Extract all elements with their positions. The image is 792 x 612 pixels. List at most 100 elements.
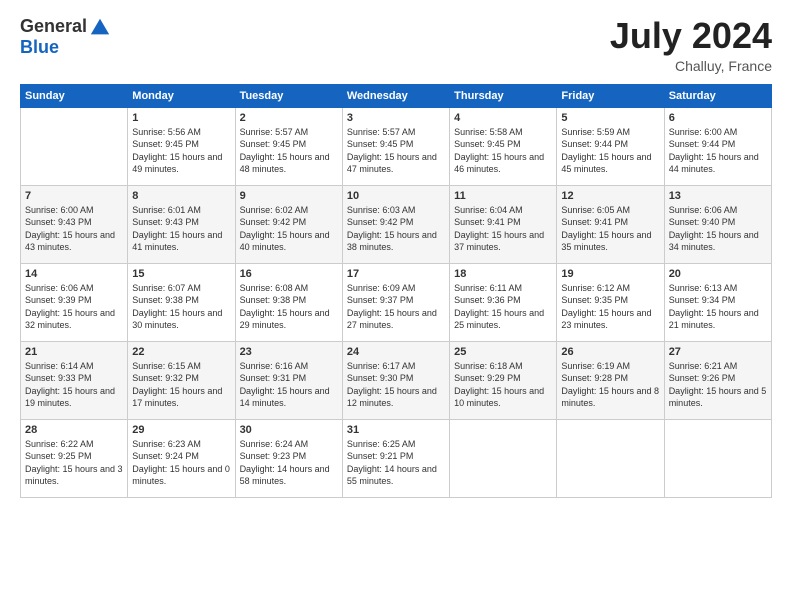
calendar-table: SundayMondayTuesdayWednesdayThursdayFrid…	[20, 84, 772, 498]
calendar-cell: 21Sunrise: 6:14 AMSunset: 9:33 PMDayligh…	[21, 341, 128, 419]
calendar-cell: 26 Sunrise: 6:19 AMSunset: 9:28 PMDayligh…	[557, 341, 664, 419]
cell-content: Sunrise: 6:24 AMSunset: 9:23 PMDaylight:…	[240, 438, 338, 488]
day-number: 9	[240, 190, 338, 202]
day-number: 21	[25, 346, 123, 358]
col-header-tuesday: Tuesday	[235, 84, 342, 107]
day-number: 27	[669, 346, 767, 358]
cell-content: Sunrise: 6:05 AMSunset: 9:41 PMDaylight:…	[561, 204, 659, 254]
calendar-cell: 27 Sunrise: 6:21 AMSunset: 9:26 PMDayligh…	[664, 341, 771, 419]
day-number: 7	[25, 190, 123, 202]
header: General Blue July 2024 Challuy, France	[20, 16, 772, 74]
day-number: 23	[240, 346, 338, 358]
cell-content: Sunrise: 6:13 AMSunset: 9:34 PMDaylight:…	[669, 282, 767, 332]
col-header-monday: Monday	[128, 84, 235, 107]
cell-content: Sunrise: 6:06 AMSunset: 9:39 PMDaylight:…	[25, 282, 123, 332]
day-number: 16	[240, 268, 338, 280]
calendar-cell: 31 Sunrise: 6:25 AMSunset: 9:21 PMDayligh…	[342, 419, 449, 497]
cell-content: Sunrise: 6:12 AMSunset: 9:35 PMDaylight:…	[561, 282, 659, 332]
day-number: 25	[454, 346, 552, 358]
day-number: 28	[25, 424, 123, 436]
calendar-cell: 3Sunrise: 5:57 AMSunset: 9:45 PMDaylight…	[342, 107, 449, 185]
calendar-cell	[450, 419, 557, 497]
day-number: 19	[561, 268, 659, 280]
calendar-cell: 7 Sunrise: 6:00 AMSunset: 9:43 PMDaylight…	[21, 185, 128, 263]
calendar-cell: 5 Sunrise: 5:59 AMSunset: 9:44 PMDaylight…	[557, 107, 664, 185]
week-row-5: 28 Sunrise: 6:22 AMSunset: 9:25 PMDayligh…	[21, 419, 772, 497]
cell-content: Sunrise: 6:23 AMSunset: 9:24 PMDaylight:…	[132, 438, 230, 488]
cell-content: Sunrise: 6:08 AMSunset: 9:38 PMDaylight:…	[240, 282, 338, 332]
calendar-cell: 15 Sunrise: 6:07 AMSunset: 9:38 PMDayligh…	[128, 263, 235, 341]
cell-content: Sunrise: 5:57 AMSunset: 9:45 PMDaylight:…	[240, 126, 338, 176]
calendar-cell: 18Sunrise: 6:11 AMSunset: 9:36 PMDayligh…	[450, 263, 557, 341]
calendar-cell: 12 Sunrise: 6:05 AMSunset: 9:41 PMDayligh…	[557, 185, 664, 263]
calendar-cell	[21, 107, 128, 185]
day-number: 14	[25, 268, 123, 280]
day-number: 26	[561, 346, 659, 358]
cell-content: Sunrise: 6:06 AMSunset: 9:40 PMDaylight:…	[669, 204, 767, 254]
week-row-4: 21Sunrise: 6:14 AMSunset: 9:33 PMDayligh…	[21, 341, 772, 419]
cell-content: Sunrise: 5:56 AMSunset: 9:45 PMDaylight:…	[132, 126, 230, 176]
day-number: 13	[669, 190, 767, 202]
cell-content: Sunrise: 5:58 AMSunset: 9:45 PMDaylight:…	[454, 126, 552, 176]
calendar-cell: 14 Sunrise: 6:06 AMSunset: 9:39 PMDayligh…	[21, 263, 128, 341]
cell-content: Sunrise: 6:00 AMSunset: 9:43 PMDaylight:…	[25, 204, 123, 254]
calendar-cell: 28 Sunrise: 6:22 AMSunset: 9:25 PMDayligh…	[21, 419, 128, 497]
calendar-cell: 20 Sunrise: 6:13 AMSunset: 9:34 PMDayligh…	[664, 263, 771, 341]
day-number: 15	[132, 268, 230, 280]
header-row: SundayMondayTuesdayWednesdayThursdayFrid…	[21, 84, 772, 107]
week-row-2: 7 Sunrise: 6:00 AMSunset: 9:43 PMDaylight…	[21, 185, 772, 263]
calendar-cell: 2Sunrise: 5:57 AMSunset: 9:45 PMDaylight…	[235, 107, 342, 185]
location-text: Challuy, France	[610, 58, 772, 74]
cell-content: Sunrise: 6:09 AMSunset: 9:37 PMDaylight:…	[347, 282, 445, 332]
calendar-cell: 9 Sunrise: 6:02 AMSunset: 9:42 PMDaylight…	[235, 185, 342, 263]
calendar-cell: 17Sunrise: 6:09 AMSunset: 9:37 PMDayligh…	[342, 263, 449, 341]
calendar-cell: 1 Sunrise: 5:56 AMSunset: 9:45 PMDaylight…	[128, 107, 235, 185]
week-row-1: 1 Sunrise: 5:56 AMSunset: 9:45 PMDaylight…	[21, 107, 772, 185]
day-number: 31	[347, 424, 445, 436]
cell-content: Sunrise: 6:07 AMSunset: 9:38 PMDaylight:…	[132, 282, 230, 332]
calendar-cell: 11Sunrise: 6:04 AMSunset: 9:41 PMDayligh…	[450, 185, 557, 263]
col-header-saturday: Saturday	[664, 84, 771, 107]
col-header-friday: Friday	[557, 84, 664, 107]
logo-general-text: General	[20, 17, 87, 37]
day-number: 10	[347, 190, 445, 202]
logo-blue-text: Blue	[20, 38, 111, 58]
calendar-cell: 29 Sunrise: 6:23 AMSunset: 9:24 PMDayligh…	[128, 419, 235, 497]
calendar-cell	[664, 419, 771, 497]
col-header-sunday: Sunday	[21, 84, 128, 107]
page: General Blue July 2024 Challuy, France S…	[0, 0, 792, 612]
day-number: 1	[132, 112, 230, 124]
cell-content: Sunrise: 5:59 AMSunset: 9:44 PMDaylight:…	[561, 126, 659, 176]
calendar-cell: 25Sunrise: 6:18 AMSunset: 9:29 PMDayligh…	[450, 341, 557, 419]
title-area: July 2024 Challuy, France	[610, 16, 772, 74]
col-header-wednesday: Wednesday	[342, 84, 449, 107]
day-number: 4	[454, 112, 552, 124]
calendar-cell: 19 Sunrise: 6:12 AMSunset: 9:35 PMDayligh…	[557, 263, 664, 341]
day-number: 30	[240, 424, 338, 436]
cell-content: Sunrise: 6:15 AMSunset: 9:32 PMDaylight:…	[132, 360, 230, 410]
day-number: 20	[669, 268, 767, 280]
day-number: 29	[132, 424, 230, 436]
logo-icon	[89, 16, 111, 38]
calendar-cell: 6Sunrise: 6:00 AMSunset: 9:44 PMDaylight…	[664, 107, 771, 185]
calendar-cell: 10 Sunrise: 6:03 AMSunset: 9:42 PMDayligh…	[342, 185, 449, 263]
calendar-cell: 8Sunrise: 6:01 AMSunset: 9:43 PMDaylight…	[128, 185, 235, 263]
calendar-cell: 24Sunrise: 6:17 AMSunset: 9:30 PMDayligh…	[342, 341, 449, 419]
cell-content: Sunrise: 6:19 AMSunset: 9:28 PMDaylight:…	[561, 360, 659, 410]
cell-content: Sunrise: 6:03 AMSunset: 9:42 PMDaylight:…	[347, 204, 445, 254]
cell-content: Sunrise: 6:02 AMSunset: 9:42 PMDaylight:…	[240, 204, 338, 254]
day-number: 12	[561, 190, 659, 202]
day-number: 11	[454, 190, 552, 202]
cell-content: Sunrise: 6:25 AMSunset: 9:21 PMDaylight:…	[347, 438, 445, 488]
day-number: 18	[454, 268, 552, 280]
calendar-cell: 23Sunrise: 6:16 AMSunset: 9:31 PMDayligh…	[235, 341, 342, 419]
calendar-cell: 4 Sunrise: 5:58 AMSunset: 9:45 PMDaylight…	[450, 107, 557, 185]
day-number: 5	[561, 112, 659, 124]
month-year-title: July 2024	[610, 16, 772, 56]
cell-content: Sunrise: 6:22 AMSunset: 9:25 PMDaylight:…	[25, 438, 123, 488]
day-number: 24	[347, 346, 445, 358]
week-row-3: 14 Sunrise: 6:06 AMSunset: 9:39 PMDayligh…	[21, 263, 772, 341]
cell-content: Sunrise: 6:21 AMSunset: 9:26 PMDaylight:…	[669, 360, 767, 410]
calendar-cell: 16 Sunrise: 6:08 AMSunset: 9:38 PMDayligh…	[235, 263, 342, 341]
day-number: 8	[132, 190, 230, 202]
